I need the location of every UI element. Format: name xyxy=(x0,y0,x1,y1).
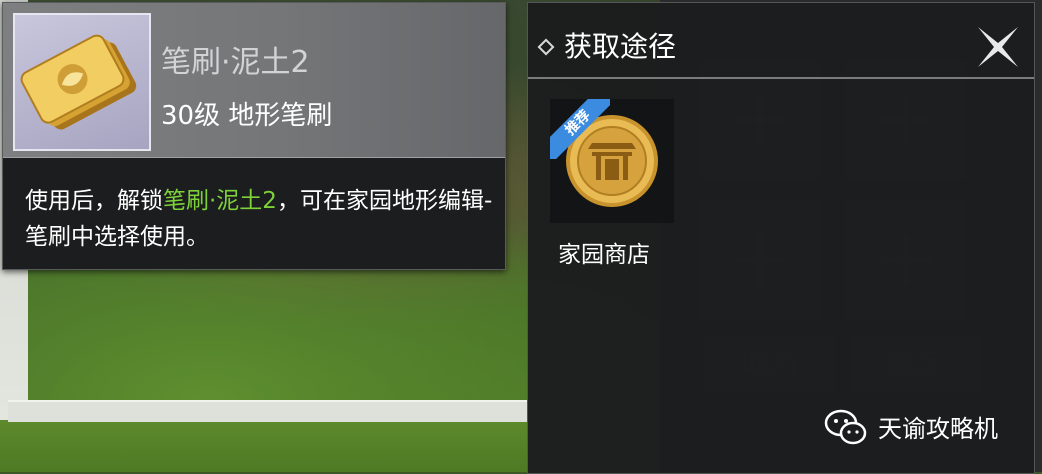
close-icon xyxy=(978,27,1018,67)
item-subtitle: 30级 地形笔刷 xyxy=(161,101,333,131)
brush-scroll-icon xyxy=(20,34,137,130)
item-name: 笔刷·泥土2 xyxy=(161,45,310,80)
close-button[interactable] xyxy=(974,23,1022,71)
acquisition-title: 获取途径 xyxy=(564,30,677,63)
source-label[interactable]: 家园商店 xyxy=(558,235,650,269)
acquisition-header: 获取途径 xyxy=(528,3,1034,79)
tooltip-header: 笔刷·泥土2 30级 地形笔刷 xyxy=(3,3,505,158)
description-prefix: 使用后，解锁 xyxy=(25,188,163,214)
wechat-icon xyxy=(824,409,867,445)
source-home-shop[interactable]: 推荐 xyxy=(550,99,674,223)
recommend-badge: 推荐 xyxy=(550,99,610,159)
recommend-badge-label: 推荐 xyxy=(550,99,610,159)
item-description: 使用后，解锁笔刷·泥土2，可在家园地形编辑-笔刷中选择使用。 xyxy=(25,183,495,255)
item-icon-frame xyxy=(13,13,151,151)
acquisition-panel: 获取途径 推荐 家园商店 天谕攻略机 xyxy=(527,2,1035,474)
diamond-bullet-icon xyxy=(537,38,555,56)
item-tooltip: 笔刷·泥土2 30级 地形笔刷 使用后，解锁笔刷·泥土2，可在家园地形编辑-笔刷… xyxy=(2,2,506,270)
description-highlight: 笔刷·泥土2 xyxy=(163,188,277,214)
photo-frame-bottom xyxy=(8,400,528,422)
grass-ground xyxy=(0,420,528,472)
watermark-text: 天谕攻略机 xyxy=(878,415,998,443)
